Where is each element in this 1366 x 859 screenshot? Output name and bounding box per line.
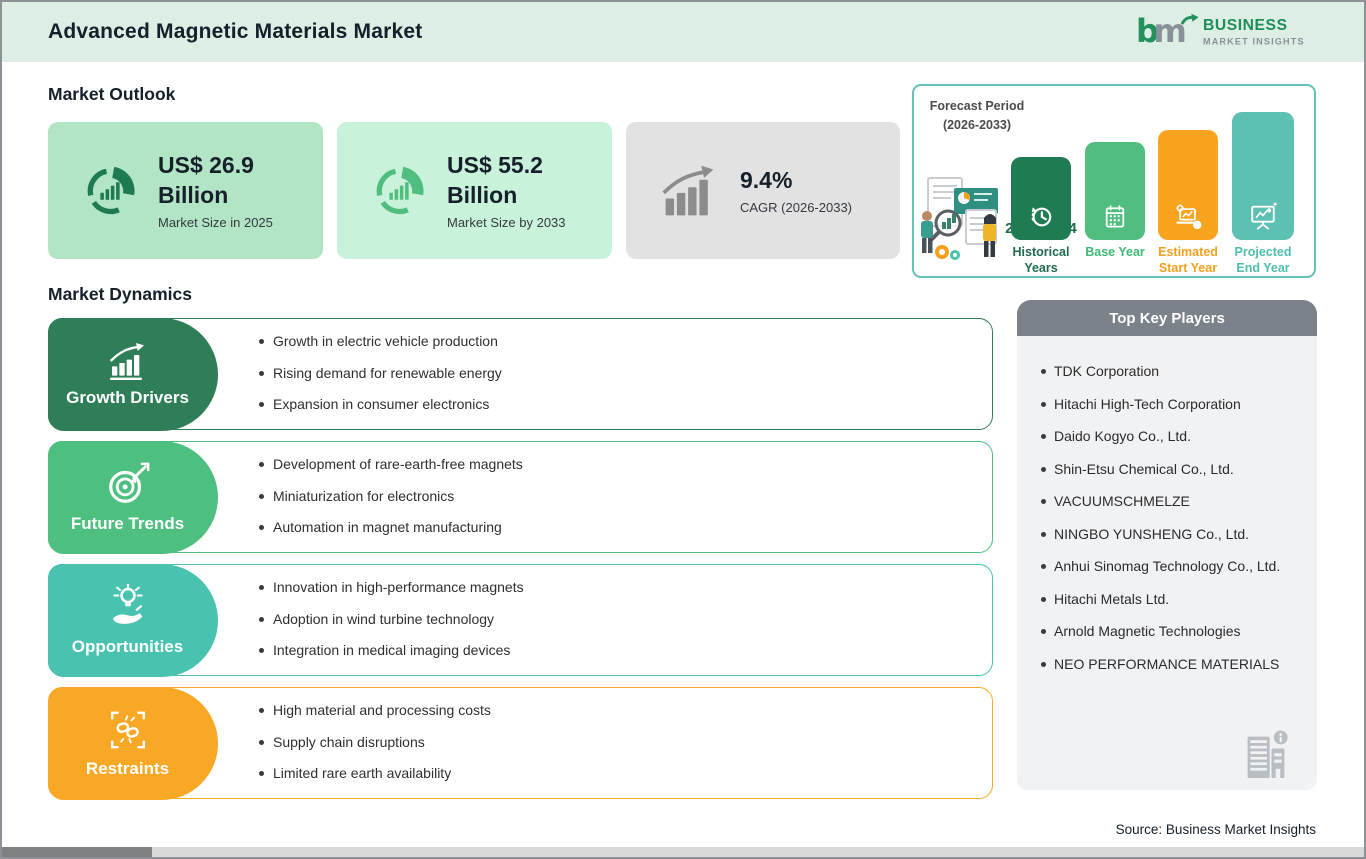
restraints-bullets: High material and processing costs Suppl… [259,702,491,797]
market-size-2025-label: Market Size in 2025 [158,215,273,230]
rising-bars-arrow-icon [660,164,720,218]
opportunities-bullets: Innovation in high-performance magnets A… [259,579,524,674]
logo-line2: MARKET INSIGHTS [1203,36,1305,46]
key-player-item: NINGBO YUNSHENG Co., Ltd. [1041,526,1307,542]
forecast-bar [1158,130,1218,240]
bullet-item: Rising demand for renewable energy [259,365,502,381]
logo-line1: BUSINESS [1203,17,1288,34]
key-players-list: TDK Corporation Hitachi High-Tech Corpor… [1041,363,1307,672]
bmi-logo-graphic: b m BUSINESS MARKET INSIGHTS [1136,7,1318,57]
forecast-bar [1085,142,1145,240]
key-player-item: Anhui Sinomag Technology Co., Ltd. [1041,558,1307,574]
growth-drivers-row: Growth Drivers Growth in electric vehicl… [48,318,993,430]
analysts-illustration [918,168,1014,270]
donut-chart-icon [82,163,138,219]
page-title: Advanced Magnetic Materials Market [48,20,422,44]
market-size-2025-value: US$ 26.9 [158,151,273,181]
opportunities-label: Opportunities [72,637,183,657]
forecast-period-panel: Forecast Period (2026-2033) [912,84,1316,278]
growth-drivers-pill: Growth Drivers [48,318,218,431]
forecast-period-title-line2: (2026-2033) [922,116,1032,135]
forecast-laptop-gear-icon [1172,203,1204,231]
key-players-body: TDK Corporation Hitachi High-Tech Corpor… [1017,336,1317,790]
donut-chart-icon [371,163,427,219]
future-trends-pill: Future Trends [48,441,218,554]
forecast-period-title: Forecast Period (2026-2033) [922,97,1032,136]
forecast-axis-label: Base Year [1081,245,1149,261]
market-size-2033-card: US$ 55.2 Billion Market Size by 2033 [337,122,612,259]
bullet-item: Limited rare earth availability [259,765,491,781]
growth-chart-arrow-icon [106,341,150,381]
key-player-item: Daido Kogyo Co., Ltd. [1041,428,1307,444]
market-outlook-cards: US$ 26.9 Billion Market Size in 2025 US$… [48,122,900,259]
market-outlook-heading: Market Outlook [48,84,175,105]
bullet-item: Development of rare-earth-free magnets [259,456,523,472]
key-players-header: Top Key Players [1017,300,1317,336]
key-players-panel: Top Key Players TDK Corporation Hitachi … [1017,300,1317,790]
forecast-bar [1232,112,1294,240]
opportunities-row: Opportunities Innovation in high-perform… [48,564,993,676]
market-size-2033-label: Market Size by 2033 [447,215,566,230]
market-size-2025-card: US$ 26.9 Billion Market Size in 2025 [48,122,323,259]
bullet-item: Miniaturization for electronics [259,488,523,504]
calendar-icon [1101,203,1129,231]
target-dart-icon [105,461,151,507]
cagr-card: 9.4% CAGR (2026-2033) [626,122,900,259]
growth-drivers-label: Growth Drivers [66,388,189,408]
market-size-2025-unit: Billion [158,181,273,211]
market-size-2033-unit: Billion [447,181,566,211]
market-dynamics-heading: Market Dynamics [48,284,192,305]
forecast-axis-label: Estimated Start Year [1154,245,1222,276]
company-building-icon [1243,728,1289,782]
market-size-2033-value: US$ 55.2 [447,151,566,181]
future-trends-row: Future Trends Development of rare-earth-… [48,441,993,553]
restraints-row: Restraints High material and processing … [48,687,993,799]
broken-chain-icon [106,708,150,752]
key-player-item: Arnold Magnetic Technologies [1041,623,1307,639]
bullet-item: Integration in medical imaging devices [259,642,524,658]
horizontal-scrollbar[interactable] [2,847,1364,857]
restraints-label: Restraints [86,759,169,779]
future-trends-label: Future Trends [71,514,184,534]
forecast-axis-label: Projected End Year [1229,245,1297,276]
bullet-item: Expansion in consumer electronics [259,396,502,412]
bullet-item: Adoption in wind turbine technology [259,611,524,627]
header-bar: Advanced Magnetic Materials Market b m B… [2,2,1364,62]
cagr-label: CAGR (2026-2033) [740,200,852,215]
presentation-screen-icon [1248,201,1278,231]
key-player-item: Shin-Etsu Chemical Co., Ltd. [1041,461,1307,477]
forecast-bar [1011,157,1071,240]
bullet-item: Growth in electric vehicle production [259,333,502,349]
svg-text:m: m [1153,12,1186,50]
restraints-pill: Restraints [48,687,218,800]
lightbulb-hand-icon [105,584,151,630]
history-clock-icon [1027,203,1055,231]
bullet-item: Innovation in high-performance magnets [259,579,524,595]
forecast-axis-label: Historical Years [1007,245,1075,276]
key-player-item: Hitachi High-Tech Corporation [1041,396,1307,412]
key-player-item: Hitachi Metals Ltd. [1041,591,1307,607]
scrollbar-thumb[interactable] [2,847,152,857]
source-attribution: Source: Business Market Insights [1116,822,1316,837]
opportunities-pill: Opportunities [48,564,218,677]
future-trends-bullets: Development of rare-earth-free magnets M… [259,456,523,551]
bmi-logo: b m BUSINESS MARKET INSIGHTS [1136,7,1318,57]
bullet-item: Automation in magnet manufacturing [259,519,523,535]
growth-drivers-bullets: Growth in electric vehicle production Ri… [259,333,502,428]
cagr-value: 9.4% [740,166,852,196]
key-player-item: TDK Corporation [1041,363,1307,379]
key-player-item: VACUUMSCHMELZE [1041,493,1307,509]
bullet-item: Supply chain disruptions [259,734,491,750]
forecast-period-title-line1: Forecast Period [922,97,1032,116]
key-player-item: NEO PERFORMANCE MATERIALS [1041,656,1307,672]
bullet-item: High material and processing costs [259,702,491,718]
